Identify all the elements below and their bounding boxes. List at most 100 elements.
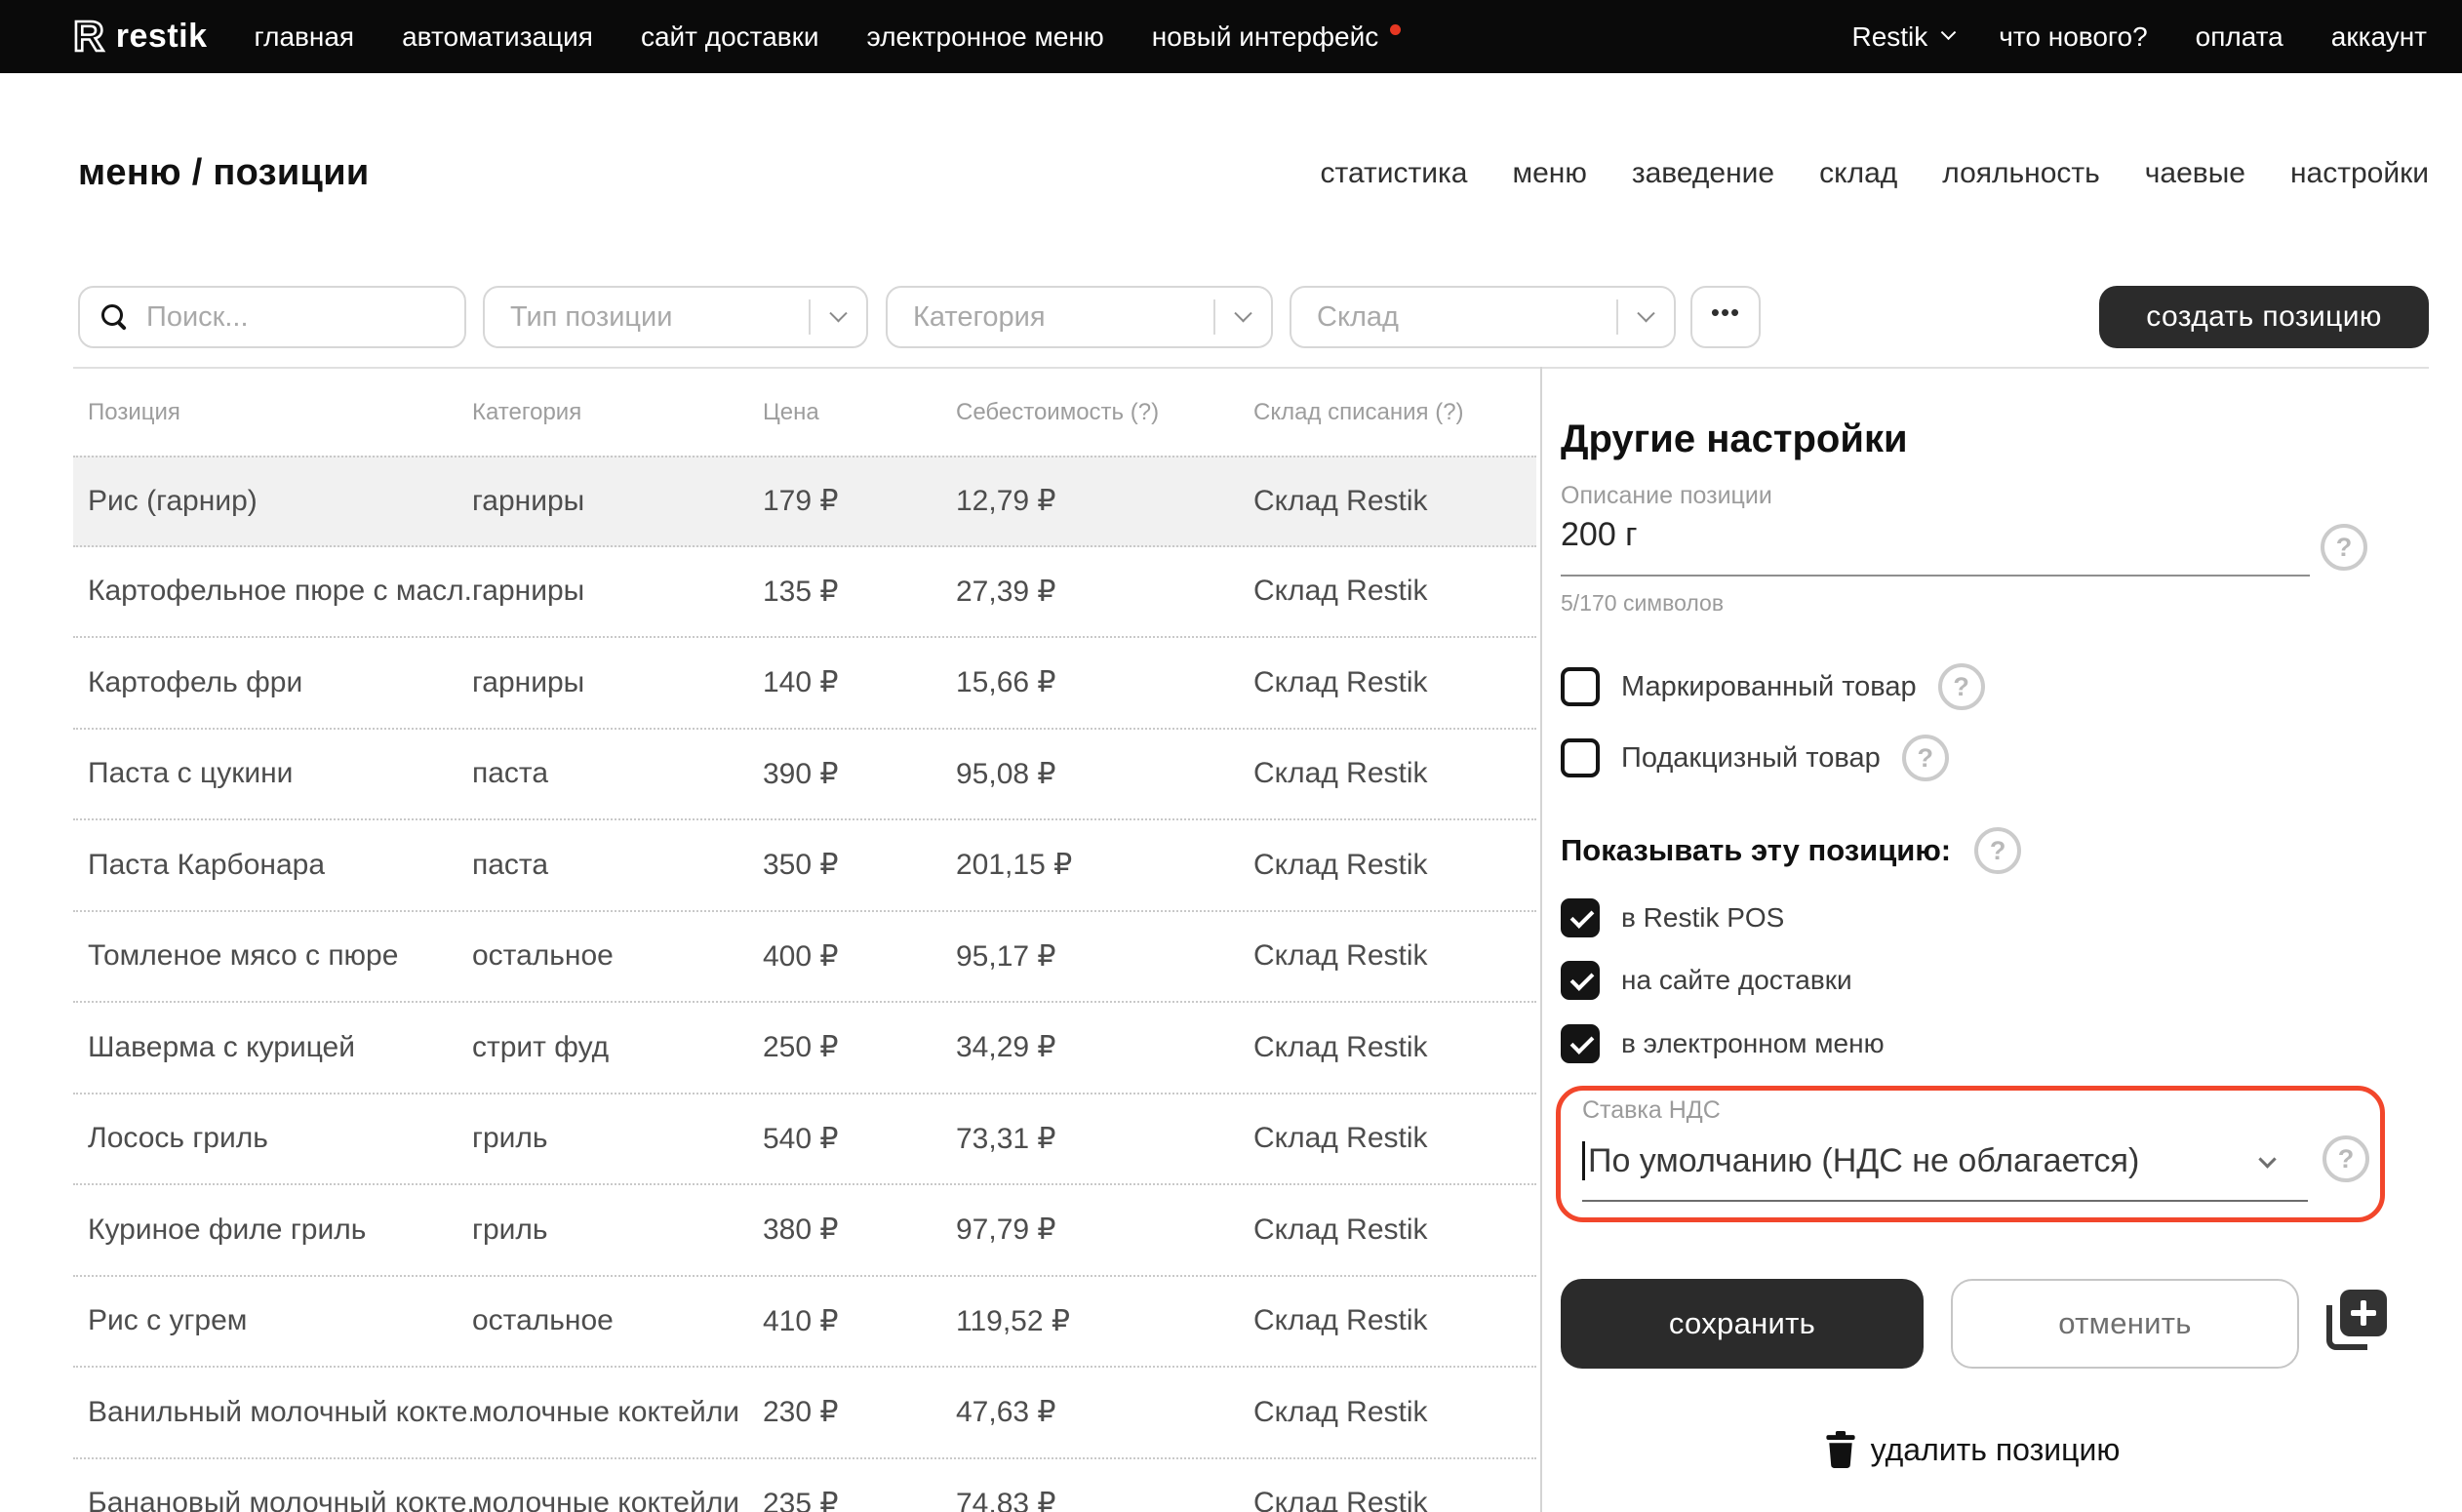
vat-selected-value: По умолчанию (НДС не облагается) (1588, 1142, 2139, 1180)
cell-position-name: Паста с цукини (88, 757, 472, 790)
table-row[interactable]: Шаверма с курицей стрит фуд 250 ₽ 34,29 … (73, 1003, 1536, 1094)
cell-price: 230 ₽ (763, 1395, 956, 1429)
section-nav-item[interactable]: настройки (2290, 157, 2429, 190)
checkbox-checked[interactable] (1561, 961, 1600, 1000)
cell-warehouse: Склад Restik (1253, 1122, 1536, 1155)
topbar-right-item[interactable]: что нового? (1999, 0, 2147, 73)
visible-on-delivery-site-checkbox-row[interactable]: на сайте доставки (1561, 956, 1852, 1005)
cell-position-name: Куриное филе гриль (88, 1214, 472, 1247)
description-input[interactable]: 200 г (1561, 516, 1638, 554)
cell-cost: 95,17 ₽ (956, 939, 1253, 974)
type-filter-dropdown[interactable]: Тип позиции (483, 286, 868, 348)
section-nav-item[interactable]: заведение (1632, 157, 1774, 190)
table-row[interactable]: Куриное филе гриль гриль 380 ₽ 97,79 ₽ С… (73, 1185, 1536, 1277)
marked-goods-checkbox-row[interactable]: Маркированный товар ? (1561, 661, 1985, 712)
help-icon[interactable]: ? (1902, 735, 1949, 781)
cancel-button[interactable]: отменить (1951, 1279, 2299, 1369)
topbar-nav-item[interactable]: главная (255, 0, 355, 73)
checkbox-checked[interactable] (1561, 898, 1600, 937)
warehouse-filter-dropdown[interactable]: Склад (1290, 286, 1676, 348)
topbar-nav-label: главная (255, 0, 355, 73)
delete-position-button[interactable]: удалить позицию (1561, 1422, 2385, 1477)
cell-cost: 201,15 ₽ (956, 848, 1253, 882)
table-row[interactable]: Рис (гарнир) гарниры 179 ₽ 12,79 ₽ Склад… (73, 456, 1536, 547)
help-icon[interactable]: ? (1974, 827, 2021, 874)
table-row[interactable]: Паста с цукини паста 390 ₽ 95,08 ₽ Склад… (73, 730, 1536, 821)
topbar-right-item[interactable]: оплата (2196, 0, 2283, 73)
help-icon[interactable]: ? (2323, 1135, 2369, 1182)
section-nav-item[interactable]: статистика (1321, 157, 1468, 190)
cell-category: остальное (472, 1304, 763, 1337)
cell-cost: 15,66 ₽ (956, 665, 1253, 699)
cell-position-name: Шаверма с курицей (88, 1031, 472, 1064)
topbar-nav-label: электронное меню (867, 0, 1104, 73)
save-button[interactable]: сохранить (1561, 1279, 1924, 1369)
checkbox-label: Маркированный товар (1621, 671, 1917, 703)
chevron-down-icon (1637, 304, 1654, 322)
help-icon[interactable]: ? (1938, 663, 1985, 710)
search-input[interactable]: Поиск... (78, 286, 466, 348)
table-row[interactable]: Паста Карбонара паста 350 ₽ 201,15 ₽ Скл… (73, 820, 1536, 912)
table-row[interactable]: Томленое мясо с пюре остальное 400 ₽ 95,… (73, 912, 1536, 1004)
checkbox-label: в электронном меню (1621, 1028, 1885, 1059)
restik-logo-text: restik (116, 18, 208, 56)
section-nav-item[interactable]: лояльность (1942, 157, 2100, 190)
table-row[interactable]: Лосось гриль гриль 540 ₽ 73,31 ₽ Склад R… (73, 1094, 1536, 1186)
restik-logo[interactable]: R restik (73, 16, 208, 59)
page-title: меню / позиции (78, 152, 370, 194)
cell-price: 380 ₽ (763, 1213, 956, 1247)
checkbox-label: Подакцизный товар (1621, 742, 1881, 775)
cell-cost: 73,31 ₽ (956, 1122, 1253, 1156)
vat-select[interactable]: По умолчанию (НДС не облагается) (1582, 1141, 2139, 1180)
panel-title: Другие настройки (1561, 418, 1908, 461)
table-row[interactable]: Рис с угрем остальное 410 ₽ 119,52 ₽ Скл… (73, 1277, 1536, 1369)
table-row[interactable]: Картофельное пюре с масл... гарниры 135 … (73, 547, 1536, 639)
checkbox-checked[interactable] (1561, 1024, 1600, 1063)
visible-in-emenu-checkbox-row[interactable]: в электронном меню (1561, 1019, 1885, 1068)
topbar-nav-item[interactable]: электронное меню (867, 0, 1104, 73)
cell-category: гарниры (472, 666, 763, 699)
checkbox-label: на сайте доставки (1621, 965, 1852, 996)
dropdown-separator (1213, 299, 1215, 335)
more-filters-button[interactable]: ••• (1690, 286, 1761, 348)
table-row[interactable]: Картофель фри гарниры 140 ₽ 15,66 ₽ Скла… (73, 638, 1536, 730)
description-char-counter: 5/170 символов (1561, 590, 1724, 617)
topbar-right-item[interactable]: аккаунт (2331, 0, 2427, 73)
venue-selector[interactable]: Restik (1851, 0, 1954, 73)
visible-in-pos-checkbox-row[interactable]: в Restik POS (1561, 894, 1784, 942)
category-filter-dropdown[interactable]: Категория (886, 286, 1273, 348)
section-nav-item[interactable]: чаевые (2145, 157, 2245, 190)
topbar-nav-item[interactable]: сайт доставки (641, 0, 819, 73)
checkbox[interactable] (1561, 667, 1600, 706)
cell-position-name: Лосось гриль (88, 1122, 472, 1155)
topbar-nav-item[interactable]: автоматизация (402, 0, 593, 73)
cell-position-name: Рис (гарнир) (88, 485, 472, 518)
cell-category: остальное (472, 939, 763, 973)
search-placeholder: Поиск... (146, 301, 249, 334)
delete-position-label: удалить позицию (1871, 1432, 2121, 1468)
topbar-right: Restik что нового? оплата аккаунт (1851, 0, 2427, 73)
cell-category: паста (472, 757, 763, 790)
create-position-button[interactable]: создать позицию (2099, 286, 2429, 348)
excise-goods-checkbox-row[interactable]: Подакцизный товар ? (1561, 733, 1949, 783)
cell-warehouse: Склад Restik (1253, 1396, 1536, 1429)
cell-warehouse: Склад Restik (1253, 1214, 1536, 1247)
duplicate-position-button[interactable] (2326, 1290, 2395, 1356)
cell-position-name: Томленое мясо с пюре (88, 939, 472, 973)
cell-cost: 12,79 ₽ (956, 484, 1253, 518)
help-icon[interactable]: ? (2321, 524, 2367, 571)
section-nav-item[interactable]: меню (1512, 157, 1586, 190)
section-nav-item[interactable]: склад (1819, 157, 1897, 190)
cell-warehouse: Склад Restik (1253, 849, 1536, 882)
checkbox[interactable] (1561, 738, 1600, 777)
cell-price: 135 ₽ (763, 575, 956, 609)
table-row[interactable]: Банановый молочный кокте... молочные кок… (73, 1459, 1536, 1512)
cell-position-name: Банановый молочный кокте... (88, 1487, 472, 1512)
topbar-nav-item[interactable]: новый интерфейс (1152, 0, 1401, 73)
cell-position-name: Рис с угрем (88, 1304, 472, 1337)
table-row[interactable]: Ванильный молочный кокте... молочные кок… (73, 1368, 1536, 1459)
cell-category: гриль (472, 1214, 763, 1247)
topbar-right-nav: что нового? оплата аккаунт (1999, 0, 2427, 73)
category-filter-placeholder: Категория (913, 301, 1046, 334)
topbar-left: R restik главная автоматизация сайт достав… (73, 0, 1401, 73)
